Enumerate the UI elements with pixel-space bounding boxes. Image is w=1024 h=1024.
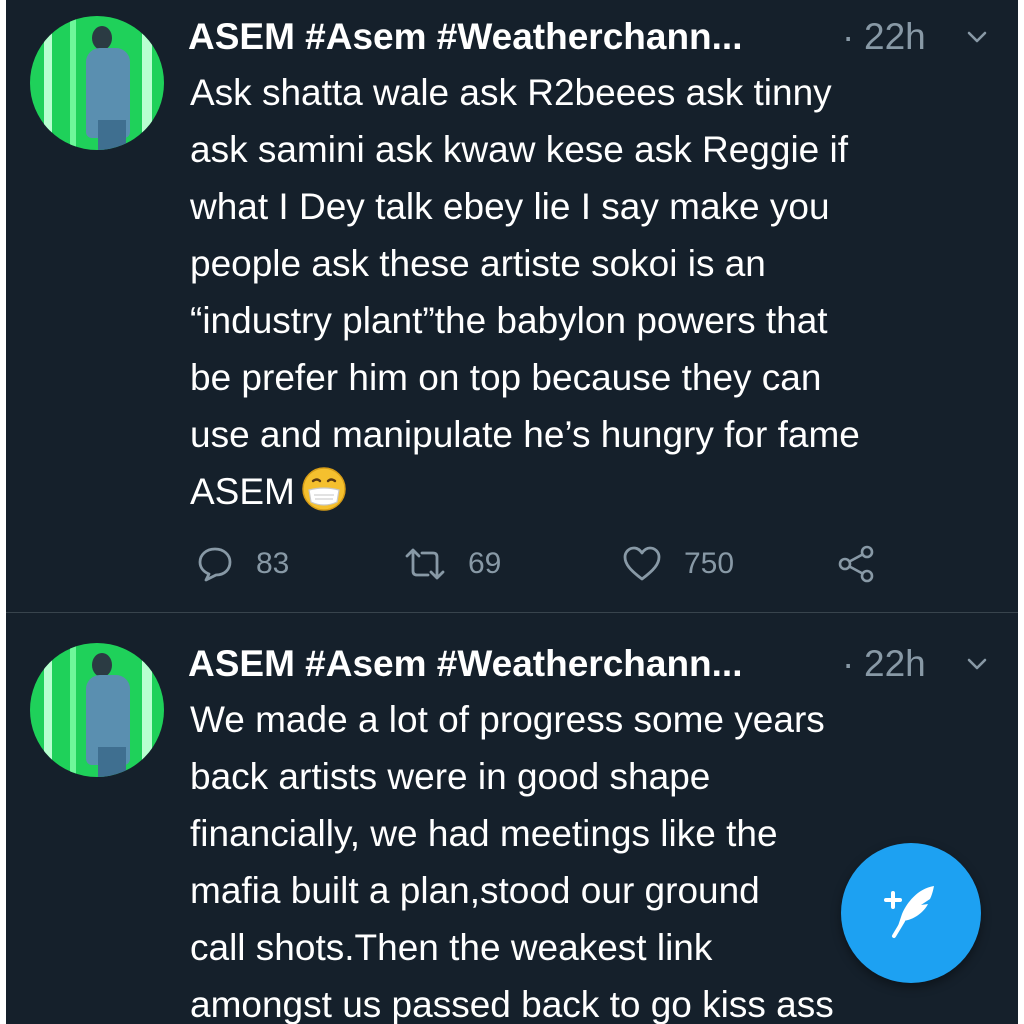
- share-button[interactable]: [836, 538, 876, 590]
- separator-dot: ·: [842, 643, 855, 684]
- tweet-actions: 83 69 750: [196, 538, 896, 590]
- tweet-header: ASEM #Asem #Weatherchann... · 22h: [188, 639, 1008, 689]
- avatar[interactable]: [30, 16, 164, 150]
- like-button[interactable]: 750: [622, 538, 734, 590]
- author-name[interactable]: ASEM #Asem #Weatherchann...: [188, 639, 743, 689]
- share-icon: [838, 545, 874, 583]
- timeline: ASEM #Asem #Weatherchann... · 22h Ask sh…: [6, 0, 1018, 1024]
- tweet-text: Ask shatta wale ask R2beees ask tinny as…: [190, 64, 1000, 520]
- face-with-medical-mask-icon: [301, 466, 347, 512]
- tweet[interactable]: ASEM #Asem #Weatherchann... · 22h Ask sh…: [6, 0, 1018, 612]
- reply-count: 83: [256, 547, 290, 580]
- avatar[interactable]: [30, 643, 164, 777]
- retweet-count: 69: [468, 547, 502, 580]
- like-icon: [623, 546, 661, 581]
- compose-tweet-button[interactable]: [841, 843, 981, 983]
- author-name[interactable]: ASEM #Asem #Weatherchann...: [188, 12, 743, 62]
- timestamp[interactable]: 22h: [864, 639, 926, 689]
- compose-tweet-icon: [884, 886, 934, 938]
- tweet-header: ASEM #Asem #Weatherchann... · 22h: [188, 12, 1008, 62]
- retweet-button[interactable]: 69: [404, 538, 501, 590]
- chevron-down-icon[interactable]: [964, 651, 990, 677]
- chevron-down-icon[interactable]: [964, 24, 990, 50]
- tweet-text-content: Ask shatta wale ask R2beees ask tinny as…: [190, 72, 860, 512]
- separator-dot: ·: [842, 16, 855, 57]
- like-count: 750: [684, 547, 735, 580]
- reply-button[interactable]: 83: [196, 538, 289, 590]
- timestamp[interactable]: 22h: [864, 12, 926, 62]
- retweet-icon: [405, 548, 445, 580]
- tweet-text-content: We made a lot of progress some years bac…: [190, 699, 834, 1024]
- reply-icon: [198, 547, 232, 582]
